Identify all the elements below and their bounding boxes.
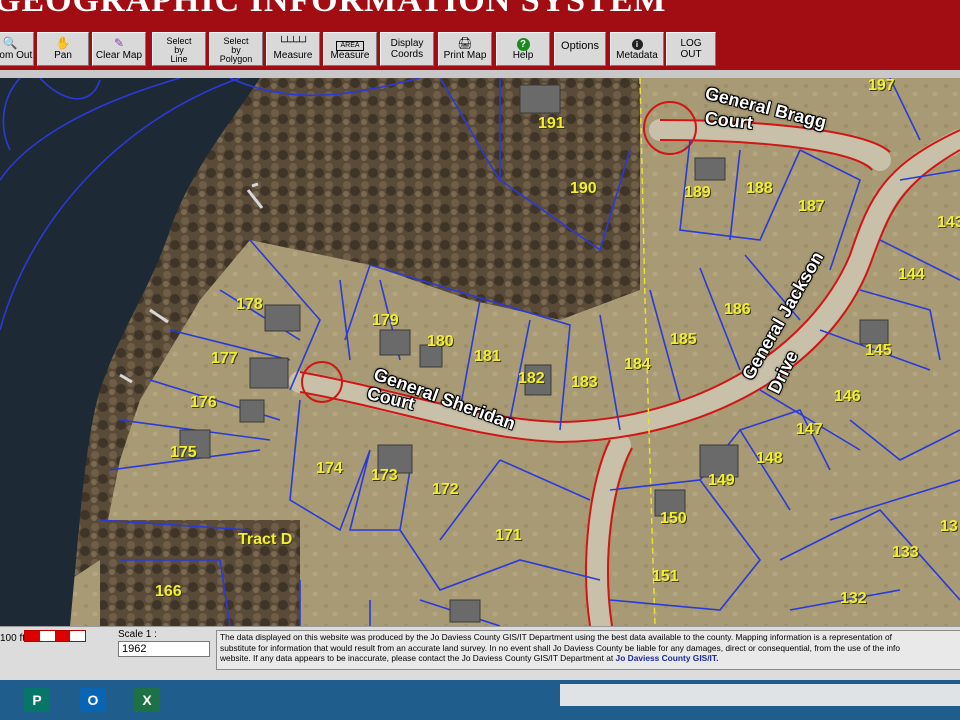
print-map-button[interactable]: 🖨 Print Map [438,32,492,66]
lot-label: 144 [898,266,925,283]
lot-label: 173 [371,467,398,484]
lot-label: 180 [427,333,454,350]
metadata-button[interactable]: i Metadata [610,32,664,66]
lot-label: 179 [372,312,399,329]
lot-label: 148 [756,450,783,467]
lot-label: 147 [796,421,823,438]
help-button[interactable]: ? Help [496,32,550,66]
scalebar-label: 100 ft [0,633,26,644]
lot-label: 188 [746,180,773,197]
measure-area-button[interactable]: AREA Measure [323,32,377,66]
window-icon [0,688,2,712]
lot-label: 143 [937,214,960,231]
status-footer: 100 ft Scale 1 : The data displayed on t… [0,626,960,681]
scale-label: Scale 1 : [118,629,157,640]
lot-label: 166 [155,583,182,600]
lot-label: 172 [432,481,459,498]
lot-label: 181 [474,348,501,365]
lot-label: 189 [684,184,711,201]
eraser-icon: ✎ [113,36,125,50]
publisher-icon: P [24,688,50,712]
info-icon: i [611,36,663,50]
taskbar-tray [560,684,960,706]
lot-label: 191 [538,115,565,132]
lot-label: 171 [495,527,522,544]
lot-label: 190 [570,180,597,197]
excel-icon: X [134,688,160,712]
lot-label: 187 [798,198,825,215]
app-banner: GEOGRAPHIC INFORMATION SYSTEM [0,0,960,30]
taskbar-app-publisher[interactable]: P [16,684,56,718]
display-coords-button[interactable]: Display Coords [380,32,434,66]
ruler-icon: └┴┴┴┘ [277,37,309,48]
lot-label: 174 [316,460,343,477]
taskbar-app-outlook[interactable]: O [72,684,112,718]
zoom-out-button[interactable]: 🔍 Zoom Out [0,32,34,66]
map-toolbar: 🔍 Zoom Out ✋ Pan ✎ Clear Map Select by L… [0,30,960,70]
lot-label: 150 [660,510,687,527]
lot-label: 145 [865,342,892,359]
lot-label: 178 [236,296,263,313]
outlook-icon: O [80,688,106,712]
scale-input[interactable] [118,641,210,657]
lot-label: 185 [670,331,697,348]
lot-label: 151 [652,568,679,585]
app-title: GEOGRAPHIC INFORMATION SYSTEM [0,0,667,19]
select-by-polygon-button[interactable]: Select by Polygon [209,32,263,66]
lot-label: 13 [940,518,958,535]
disclaimer: The data displayed on this website was p… [216,630,960,670]
lot-label: 146 [834,388,861,405]
pan-button[interactable]: ✋ Pan [37,32,89,66]
measure-line-button[interactable]: └┴┴┴┘ Measure [266,32,320,66]
help-icon: ? [497,36,549,51]
lot-label: 197 [868,78,895,94]
lot-label: 186 [724,301,751,318]
map-view[interactable]: 197 191 190 189 188 187 143 144 178 179 … [0,78,960,626]
zoom-out-icon: 🔍 [2,36,18,50]
taskbar-app-excel[interactable]: X [126,684,166,718]
lot-label: 183 [571,374,598,391]
printer-icon: 🖨 [457,36,473,50]
options-button[interactable]: Options [554,32,606,66]
scalebar [24,630,86,642]
lot-label: Tract D [238,531,293,548]
logout-button[interactable]: LOG OUT [666,32,716,66]
lot-label: 177 [211,350,238,367]
gis-contact-link[interactable]: Jo Daviess County GIS/IT. [616,653,719,663]
lot-label: 149 [708,472,735,489]
taskbar: P O X [0,680,960,720]
area-icon: AREA [324,36,376,51]
lot-label: 132 [840,590,867,607]
lot-label: 184 [624,356,651,373]
lot-label: 182 [518,370,545,387]
lot-label: 175 [170,444,197,461]
clear-map-button[interactable]: ✎ Clear Map [92,32,146,66]
select-by-line-button[interactable]: Select by Line [152,32,206,66]
lot-label: 176 [190,394,217,411]
hand-icon: ✋ [55,36,71,50]
lot-label: 133 [892,544,919,561]
